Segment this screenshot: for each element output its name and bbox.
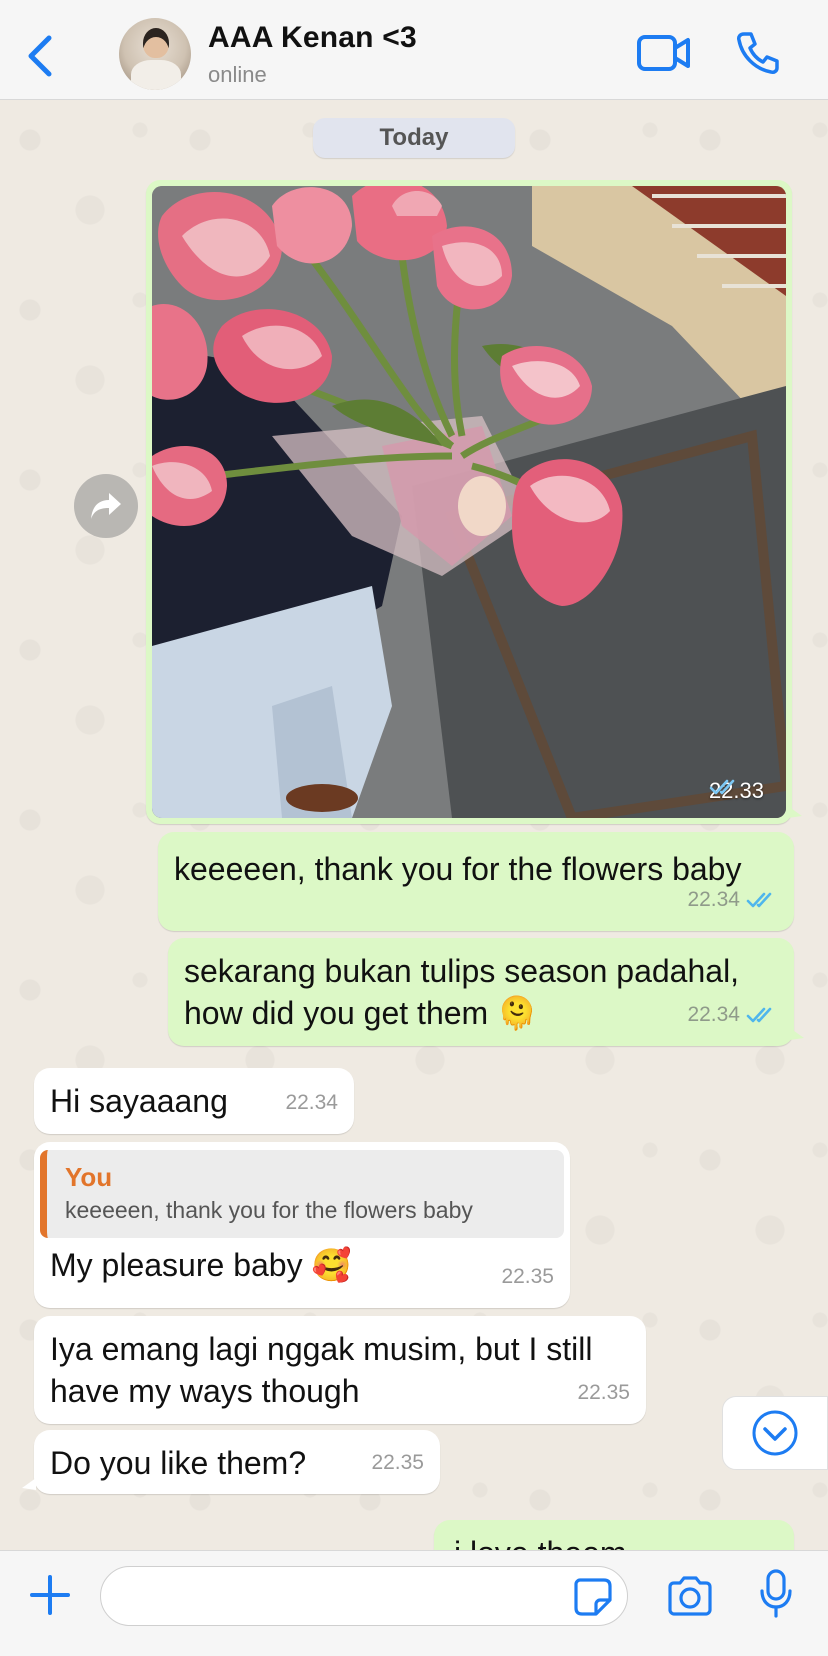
- message-bubble-outgoing[interactable]: i love theem: [434, 1520, 794, 1550]
- camera-button[interactable]: [666, 1575, 714, 1617]
- message-meta: 22.35: [577, 1372, 630, 1414]
- plus-icon: [30, 1575, 70, 1615]
- message-bubble-incoming[interactable]: You keeeeen, thank you for the flowers b…: [34, 1142, 570, 1308]
- message-bubble-incoming[interactable]: Hi sayaaang 22.34: [34, 1068, 354, 1134]
- message-meta: 22.35: [501, 1256, 554, 1298]
- chevron-left-icon: [28, 35, 52, 77]
- message-time: 22.35: [371, 1451, 424, 1474]
- avatar[interactable]: [119, 18, 191, 90]
- read-ticks-icon: [746, 892, 772, 908]
- image-message[interactable]: 22.33: [146, 180, 802, 824]
- message-meta: 22.34: [285, 1082, 338, 1124]
- read-ticks-icon: [746, 1007, 772, 1023]
- tulip-bouquet-image: [152, 186, 786, 818]
- forward-arrow-icon: [91, 493, 121, 519]
- message-time: 22.34: [285, 1091, 338, 1114]
- chat-area[interactable]: Today 22.33 keeeeen, thank you for the f…: [0, 100, 828, 1550]
- scroll-to-bottom-button[interactable]: [722, 1396, 828, 1470]
- image-message-meta: 22.33: [709, 778, 764, 804]
- camera-icon: [668, 1576, 712, 1616]
- quoted-reply[interactable]: You keeeeen, thank you for the flowers b…: [40, 1150, 564, 1238]
- message-text: sekarang bukan tulips season padahal, ho…: [184, 953, 740, 1031]
- sticker-icon: [574, 1578, 612, 1616]
- quoted-author: You: [65, 1162, 113, 1192]
- message-input[interactable]: [100, 1566, 628, 1626]
- message-bubble-outgoing[interactable]: keeeeen, thank you for the flowers baby …: [158, 832, 794, 931]
- microphone-icon: [760, 1569, 792, 1618]
- message-time: 22.35: [501, 1265, 554, 1288]
- message-time: 22.34: [687, 1003, 740, 1026]
- contact-name[interactable]: AAA Kenan <3: [208, 21, 417, 55]
- attach-button[interactable]: [28, 1573, 72, 1617]
- video-camera-icon: [637, 35, 690, 71]
- chevron-down-circle-icon: [752, 1410, 798, 1456]
- message-text: My pleasure baby 🥰: [50, 1247, 352, 1283]
- video-call-button[interactable]: [636, 32, 692, 74]
- message-text: Do you like them?: [50, 1445, 307, 1481]
- voice-call-button[interactable]: [735, 30, 781, 76]
- message-meta: 22.34: [687, 879, 778, 921]
- message-meta: 22.34: [687, 994, 778, 1036]
- message-text: i love theem: [450, 1532, 778, 1550]
- message-meta: 22.35: [371, 1442, 424, 1484]
- message-text: Iya emang lagi nggak musim, but I still …: [50, 1331, 593, 1409]
- message-time: 22.35: [577, 1381, 630, 1404]
- tulip-photo[interactable]: 22.33: [152, 186, 786, 818]
- contact-status: online: [208, 62, 267, 87]
- date-divider: Today: [313, 118, 515, 158]
- message-composer: [0, 1550, 828, 1656]
- message-time: 22.34: [687, 888, 740, 911]
- voice-message-button[interactable]: [760, 1569, 792, 1619]
- sticker-button[interactable]: [574, 1578, 612, 1616]
- back-button[interactable]: [18, 28, 62, 84]
- read-ticks-icon: [709, 779, 735, 795]
- chat-header: AAA Kenan <3 online: [0, 0, 828, 100]
- phone-icon: [737, 32, 779, 74]
- quoted-text: keeeeen, thank you for the flowers baby: [65, 1197, 473, 1223]
- forward-button[interactable]: [74, 474, 138, 538]
- message-bubble-incoming[interactable]: Do you like them? 22.35: [22, 1430, 440, 1494]
- message-bubble-incoming[interactable]: Iya emang lagi nggak musim, but I still …: [34, 1316, 646, 1424]
- message-bubble-outgoing[interactable]: sekarang bukan tulips season padahal, ho…: [168, 938, 804, 1046]
